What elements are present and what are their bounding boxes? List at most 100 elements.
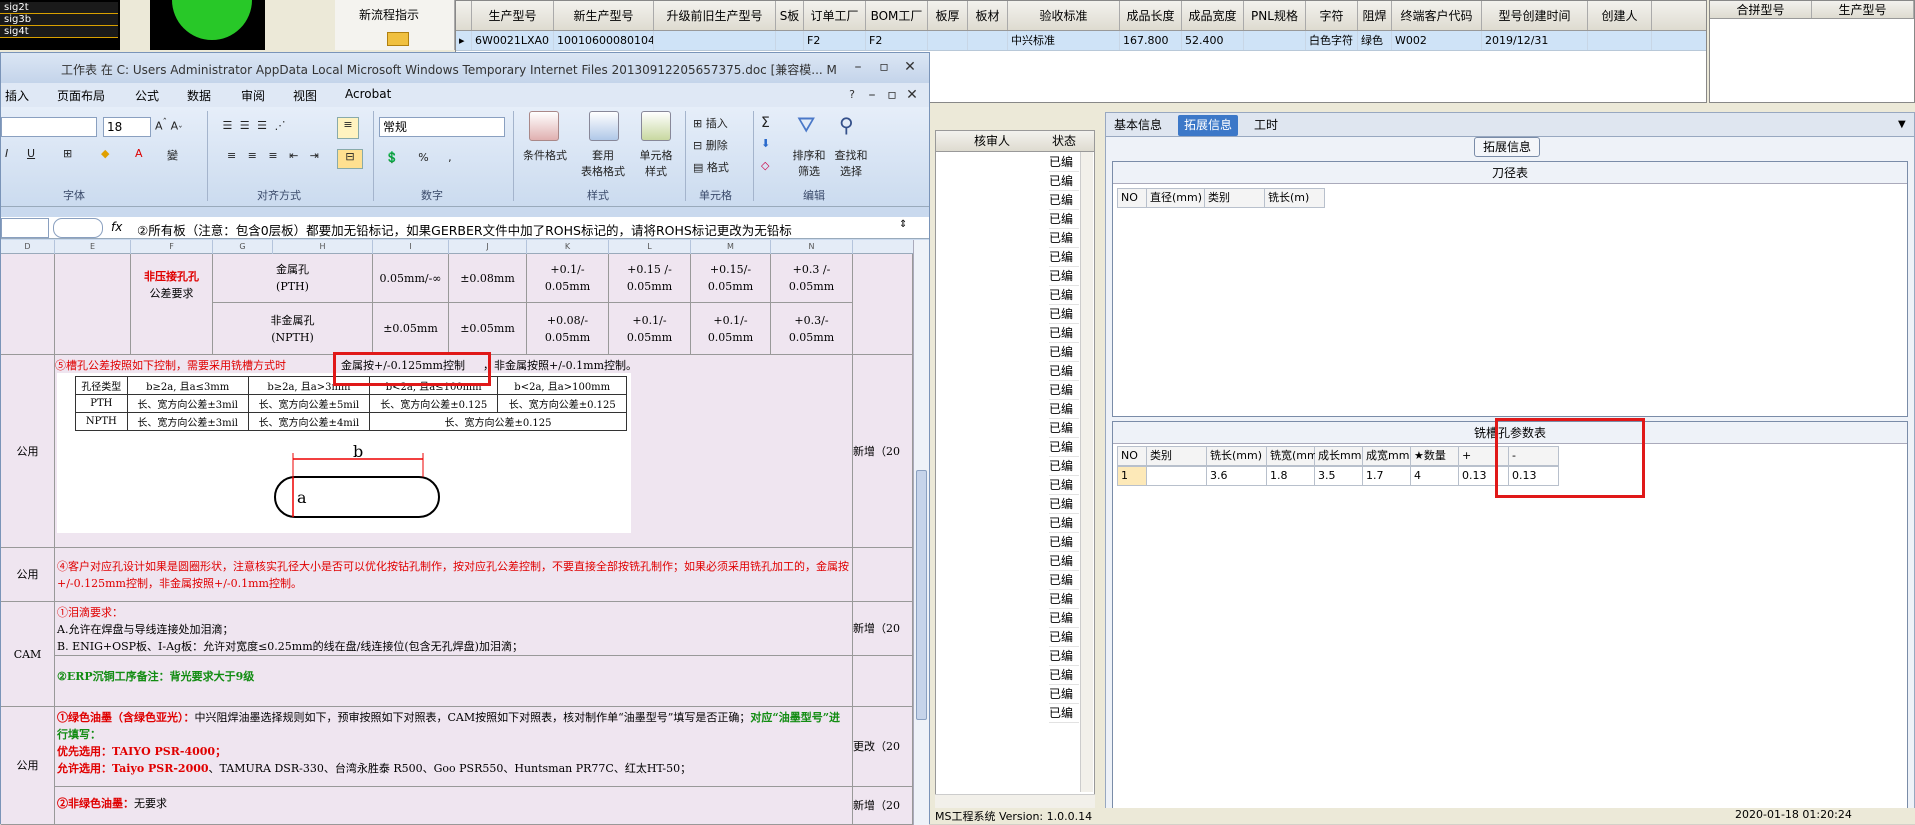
number-format-combo[interactable]: 常规 — [379, 117, 505, 137]
npth-vals[interactable]: +0.1/- 0.05mm — [609, 303, 691, 355]
table-cell[interactable]: 1 — [1117, 466, 1147, 486]
table-cell[interactable] — [1244, 31, 1306, 50]
erp-note[interactable]: ②ERP沉铜工序备注：背光要求大于9级 — [55, 656, 853, 707]
signal-list[interactable]: sig2t sig3b sig4t — [0, 0, 120, 50]
tab-basic-info[interactable]: 基本信息 — [1108, 115, 1168, 136]
tab-view[interactable]: 视图 — [293, 87, 317, 104]
status-cell[interactable]: 已编 — [1049, 533, 1079, 552]
table-cell[interactable]: ▸ — [456, 31, 472, 50]
change-status-cell[interactable]: 更改（20 — [853, 707, 913, 787]
npth-vals[interactable]: +0.3/- 0.05mm — [771, 303, 853, 355]
fill-icon[interactable]: ⬇ — [761, 137, 770, 150]
green-ink-note[interactable]: ①绿色油墨（含绿色亚光）：中兴阻焊油墨选择规则如下，预审按照如下对照表，CAM按… — [55, 707, 853, 787]
status-cell[interactable]: 已编 — [1049, 457, 1079, 476]
column-header[interactable]: E — [55, 240, 131, 254]
list-item[interactable]: sig2t — [0, 2, 118, 14]
table-cell[interactable]: F2 — [866, 31, 928, 50]
table-row[interactable]: 1 3.6 1.8 3.5 1.7 4 0.13 0.13 — [1117, 466, 1559, 486]
status-cell[interactable]: 已编 — [1049, 153, 1079, 172]
worksheet[interactable]: 非压接孔孔 公差要求 金属孔 (PTH) 非金属孔 (NPTH) 0.05mm/-… — [1, 254, 913, 825]
align-vertical-buttons[interactable]: ☰ ☰ ☰ ⋰ — [215, 119, 295, 132]
phonetic-icon[interactable]: 變 — [167, 147, 178, 163]
delete-cells-button[interactable]: ⊟ 删除 — [693, 137, 728, 153]
slot-table[interactable]: 铣槽孔参数表 NO 类别 铣长(mm) 铣宽(mm) 成长mm 成宽mm ★数量 + - 1 3.… — [1112, 418, 1908, 811]
clear-icon[interactable]: ◇ — [761, 159, 769, 172]
table-format-button[interactable]: 套用 表格格式 — [575, 147, 631, 179]
tab-data[interactable]: 数据 — [187, 87, 211, 104]
review-grid[interactable]: 核审人 状态 已编 已编 已编 已编 已编 已编 已编 已编 已编 已编 已编 已编 已编 已编 已编 已编已… — [935, 130, 1095, 810]
knife-table[interactable]: 刀径表 NO 直径(mm) 类别 铣长(m) — [1112, 161, 1908, 417]
status-cell[interactable]: 已编 — [1049, 552, 1079, 571]
tab-work-hours[interactable]: 工时 — [1248, 115, 1284, 136]
status-cell[interactable]: 已编 — [1049, 438, 1079, 457]
maximize-icon[interactable]: ▫ — [873, 57, 895, 77]
status-cell[interactable]: 已编 — [1049, 210, 1079, 229]
table-row[interactable]: ▸ 6W0021LXA0 10010600080104 F2 F2 中兴标准 167.800… — [456, 31, 1706, 51]
table-cell[interactable] — [654, 31, 776, 50]
font-size-combo[interactable]: 18 — [103, 117, 151, 137]
column-header[interactable]: J — [449, 240, 527, 254]
status-cell[interactable]: 已编 — [1049, 343, 1079, 362]
number-format-buttons[interactable]: 💲 % , — [385, 151, 460, 164]
hole-tolerance-label[interactable]: 非压接孔孔 公差要求 — [131, 254, 213, 355]
status-cell[interactable]: 已编 — [1049, 362, 1079, 381]
column-header[interactable]: H — [273, 240, 373, 254]
vertical-scrollbar[interactable] — [913, 240, 929, 825]
table-cell[interactable]: 绿色 — [1358, 31, 1392, 50]
cell-style-icon[interactable] — [641, 111, 671, 141]
merge-grid[interactable]: 合拼型号 生产型号 — [1709, 0, 1915, 103]
column-header[interactable]: L — [609, 240, 691, 254]
pth-vals[interactable]: 0.05mm/-∞ — [373, 254, 449, 303]
underline-button[interactable]: U — [27, 147, 35, 160]
npth-label[interactable]: 非金属孔 (NPTH) — [213, 303, 373, 355]
table-cell[interactable] — [776, 31, 804, 50]
scope-cell[interactable]: 公用 — [1, 707, 55, 825]
pth-label[interactable]: 金属孔 (PTH) — [213, 254, 373, 303]
list-item[interactable]: sig3b — [0, 14, 118, 26]
status-cell[interactable]: 已编 — [1049, 172, 1079, 191]
table-cell[interactable]: 3.6 — [1207, 466, 1267, 486]
status-cell[interactable]: 已编 — [1049, 609, 1079, 628]
table-format-icon[interactable] — [589, 111, 619, 141]
status-cell[interactable]: 已编 — [1049, 229, 1079, 248]
status-cell[interactable]: 已编 — [1049, 305, 1079, 324]
pth-vals[interactable]: +0.3 /- 0.05mm — [771, 254, 853, 303]
scope-cell-cam[interactable]: CAM — [1, 602, 55, 707]
column-header[interactable]: G — [213, 240, 273, 254]
status-cell[interactable]: 已编 — [1049, 419, 1079, 438]
restore-icon[interactable]: ▫ — [881, 85, 903, 105]
function-icon[interactable]: fx — [111, 220, 122, 234]
scope-cell[interactable]: 公用 — [1, 355, 55, 548]
hole-shape-note[interactable]: ④客户对应孔设计如果是圆圈形状，注意核实孔径大小是否可以优化按钻孔制作，按对应孔… — [55, 548, 853, 602]
expand-formula-icon[interactable]: ⇕ — [899, 219, 907, 230]
column-header[interactable]: N — [771, 240, 853, 254]
minimize-icon[interactable]: – — [861, 85, 883, 105]
status-cell[interactable]: 已编 — [1049, 647, 1079, 666]
table-cell[interactable] — [968, 31, 1008, 50]
column-header[interactable]: M — [691, 240, 771, 254]
table-cell[interactable]: 1.7 — [1363, 466, 1411, 486]
scope-cell[interactable]: 公用 — [1, 548, 55, 602]
close-icon[interactable]: ✕ — [901, 85, 923, 105]
table-cell[interactable] — [928, 31, 968, 50]
tab-extended-info[interactable]: 拓展信息 — [1178, 115, 1239, 136]
find-select-button[interactable]: 查找和 选择 — [829, 147, 873, 179]
minimize-icon[interactable]: – — [847, 57, 869, 77]
grow-font-button[interactable]: Aˆ Aˇ — [155, 117, 183, 136]
tab-acrobat[interactable]: Acrobat — [345, 87, 391, 101]
sum-icon[interactable]: Σ — [761, 115, 770, 131]
cell[interactable] — [1, 254, 55, 355]
status-cell[interactable]: 已编 — [1049, 476, 1079, 495]
status-cell[interactable]: 已编 — [1049, 400, 1079, 419]
table-cell[interactable] — [1588, 31, 1652, 50]
change-status-cell[interactable]: 新增（20 — [853, 355, 913, 548]
change-status-cell[interactable]: 新增（20 — [853, 787, 913, 825]
scroll-thumb[interactable] — [916, 470, 927, 720]
status-cell[interactable]: 已编 — [1049, 248, 1079, 267]
table-cell[interactable]: F2 — [804, 31, 866, 50]
status-cell[interactable]: 已编 — [1049, 590, 1079, 609]
table-cell[interactable]: W002 — [1392, 31, 1482, 50]
pth-vals[interactable]: +0.15 /- 0.05mm — [609, 254, 691, 303]
font-color-icon[interactable]: A — [135, 147, 143, 160]
cell[interactable] — [853, 656, 913, 707]
